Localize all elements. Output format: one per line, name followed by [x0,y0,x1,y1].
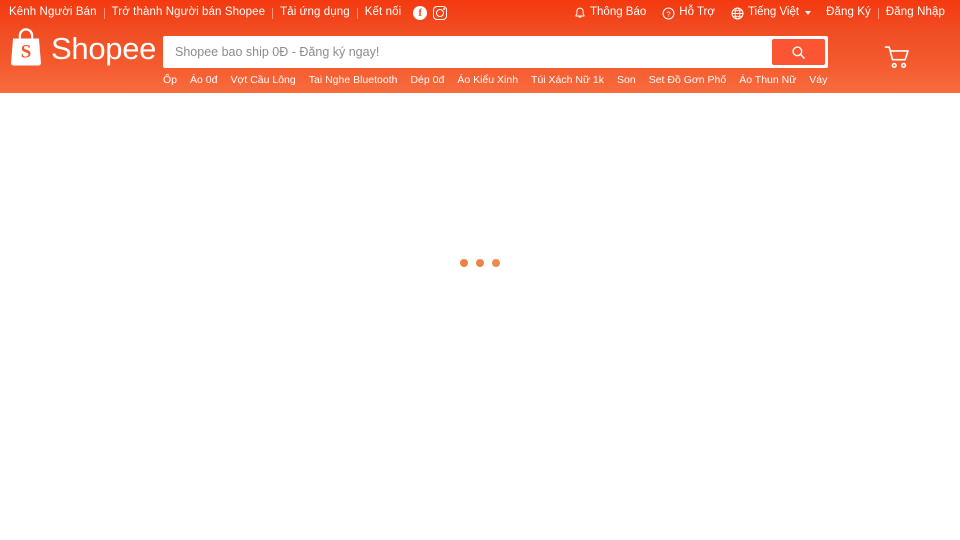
loading-dot [476,259,484,267]
notifications-label: Thông Báo [590,6,647,19]
topbar-left-group: Kênh Người Bán Trở thành Người bán Shope… [6,6,448,20]
social-links-group: f [408,6,448,20]
hot-keyword[interactable]: Tai Nghe Bluetooth [309,74,411,86]
svg-text:?: ? [667,9,671,18]
instagram-icon[interactable] [433,6,448,20]
hot-keyword[interactable]: Áo Thun Nữ [739,74,809,86]
hot-keyword[interactable]: Túi Xách Nữ 1k [531,74,617,86]
hot-keyword[interactable]: Dép 0đ [410,74,457,86]
help-circle-icon: ? [662,7,675,19]
search-input[interactable] [165,38,772,66]
hot-keyword[interactable]: Vợt Cầu Lông [230,74,308,86]
bell-icon [575,7,585,17]
search-box [163,36,828,68]
chevron-down-icon [805,11,812,15]
shopee-bag-logo-icon: S [11,28,41,66]
language-selector[interactable]: Tiếng Việt [723,7,819,20]
search-button[interactable] [772,39,825,65]
cart-button[interactable] [882,42,912,72]
hot-keyword[interactable]: Set Đồ Gơn Phố [649,74,740,86]
hot-keyword[interactable]: Áo 0đ [190,74,230,86]
notifications-link[interactable]: Thông Báo [566,7,654,20]
loading-indicator [0,259,960,267]
hot-keywords-bar: Ốp Áo 0đ Vợt Cầu Lông Tai Nghe Bluetooth… [163,74,828,86]
page-body [0,93,960,540]
shopping-cart-icon [884,45,909,68]
globe-icon [731,7,744,19]
top-utility-bar: Kênh Người Bán Trở thành Người bán Shope… [0,0,960,26]
seller-channel-link[interactable]: Kênh Người Bán [6,7,104,19]
svg-text:S: S [21,41,32,62]
language-label: Tiếng Việt [747,6,800,19]
connect-label: Kết nối [364,6,402,19]
shopee-wordmark: Shopee [51,30,157,66]
become-seller-link[interactable]: Trở thành Người bán Shopee [105,7,272,19]
shopee-logo[interactable]: S Shopee [8,27,156,67]
support-link[interactable]: ? Hỗ Trợ [654,7,723,20]
hot-keyword[interactable]: Son [617,74,649,86]
site-header: Kênh Người Bán Trở thành Người bán Shope… [0,0,960,93]
loading-dot [460,259,468,267]
search-icon [792,45,805,59]
signup-link[interactable]: Đăng Ký [819,7,878,19]
download-app-link[interactable]: Tải ứng dụng [273,7,357,19]
search-zone: Ốp Áo 0đ Vợt Cầu Lông Tai Nghe Bluetooth… [163,36,828,86]
hot-keyword[interactable]: Ốp [163,74,190,86]
hot-keyword[interactable]: Váy Tết [809,74,828,86]
topbar-right-group: Thông Báo ? Hỗ Trợ Tiếng Việt Đăng Ký Đă… [566,7,952,20]
hot-keyword[interactable]: Áo Kiểu Xinh [457,74,531,86]
support-label: Hỗ Trợ [679,6,715,19]
login-link[interactable]: Đăng Nhập [879,7,952,19]
facebook-icon[interactable]: f [413,6,428,20]
loading-dot [492,259,500,267]
header-main-row: S Shopee Ốp Áo 0đ Vợt Cầu Lông Tai Nghe … [0,26,960,93]
